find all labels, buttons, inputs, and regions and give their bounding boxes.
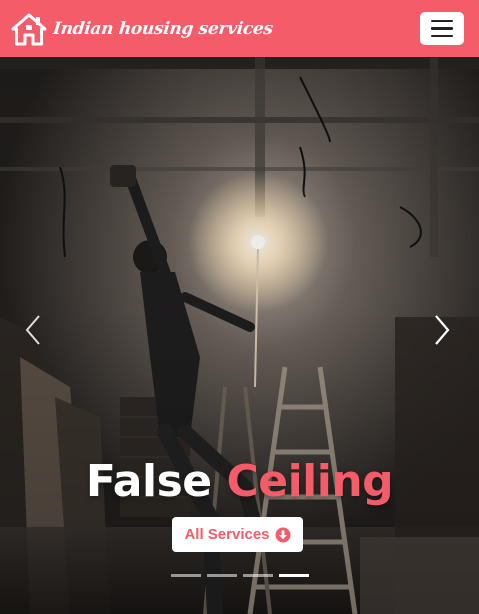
brand-name: Indian housing services (51, 18, 274, 39)
all-services-button[interactable]: All Services (172, 517, 303, 552)
carousel-next-button[interactable] (427, 305, 457, 355)
chevron-left-icon (25, 315, 40, 345)
carousel-indicator[interactable] (170, 574, 201, 577)
slide-caption: False Ceiling (0, 455, 479, 509)
carousel-prev-button[interactable] (18, 305, 48, 355)
chevron-right-icon (435, 315, 450, 345)
hero-carousel: False Ceiling All Services (0, 57, 479, 614)
brand-link[interactable]: Indian housing services (11, 0, 274, 57)
arrow-circle-down-icon (275, 527, 291, 542)
carousel-indicator-active[interactable] (278, 574, 309, 577)
caption-word-white: False (85, 456, 212, 507)
all-services-label: All Services (184, 526, 270, 543)
carousel-indicator[interactable] (242, 574, 273, 577)
carousel-indicators (0, 574, 479, 577)
navbar-toggler-button[interactable] (420, 12, 464, 45)
caption-word-accent: Ceiling (226, 456, 394, 507)
top-navbar: Indian housing services (0, 0, 479, 57)
home-icon (11, 13, 47, 45)
hamburger-menu-icon (431, 19, 453, 23)
carousel-indicator[interactable] (206, 574, 237, 577)
